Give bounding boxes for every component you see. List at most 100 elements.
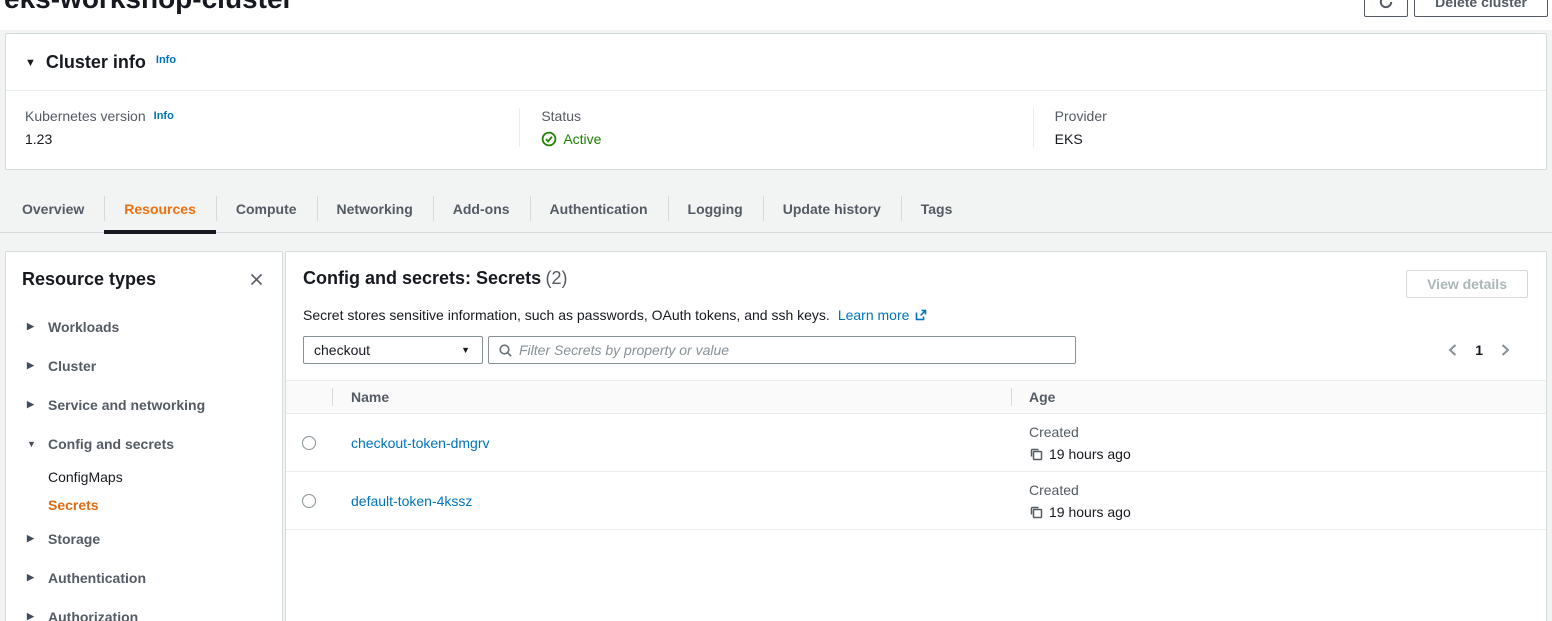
view-details-button[interactable]: View details: [1406, 270, 1528, 298]
sidebar-item-cluster[interactable]: ▶ Cluster: [6, 346, 282, 385]
previous-page-button[interactable]: [1445, 341, 1460, 359]
tab-tags[interactable]: Tags: [901, 191, 973, 232]
search-icon: [498, 343, 513, 358]
field-kubernetes-version: Kubernetes version Info 1.23: [6, 108, 519, 147]
row-radio-button[interactable]: [302, 494, 316, 508]
secrets-search-box: [488, 336, 1076, 364]
chevron-down-icon: ▼: [461, 345, 470, 355]
chevron-right-icon: ▶: [27, 321, 37, 332]
age-created-label: Created: [1029, 424, 1546, 440]
field-provider: Provider EKS: [1033, 108, 1546, 147]
status-badge: Active: [541, 131, 1012, 147]
table-row: checkout-token-dmgrv Created 19 hours: [286, 414, 1546, 472]
external-link-icon: [914, 308, 928, 322]
tab-update-history[interactable]: Update history: [763, 191, 901, 232]
age-created-label: Created: [1029, 482, 1546, 498]
sidebar-item-storage[interactable]: ▶ Storage: [6, 519, 282, 558]
resource-types-list: ▶ Workloads ▶ Cluster ▶ Service and netw…: [6, 307, 282, 621]
tab-overview[interactable]: Overview: [2, 191, 104, 232]
resource-types-sidebar: Resource types ▶ Workloads ▶ Cluster: [5, 251, 283, 621]
cluster-info-header[interactable]: ▼ Cluster info Info: [6, 34, 1546, 91]
chevron-right-icon: ▶: [27, 399, 37, 410]
select-all-column-header: [286, 381, 332, 413]
age-value-text: 19 hours ago: [1049, 504, 1131, 520]
next-page-button[interactable]: [1498, 341, 1513, 359]
sidebar-item-secrets[interactable]: Secrets: [6, 491, 282, 519]
sidebar-item-label: Authentication: [48, 570, 146, 586]
tab-logging[interactable]: Logging: [668, 191, 763, 232]
cluster-tabs: Overview Resources Compute Networking Ad…: [0, 191, 1552, 233]
secret-name-link[interactable]: default-token-4kssz: [351, 493, 472, 509]
tab-compute[interactable]: Compute: [216, 191, 317, 232]
current-page-number[interactable]: 1: [1475, 342, 1483, 358]
resource-types-title: Resource types: [22, 269, 156, 290]
kubernetes-version-label: Kubernetes version: [25, 108, 146, 124]
chevron-right-icon: [1500, 343, 1511, 357]
sidebar-item-configmaps[interactable]: ConfigMaps: [6, 463, 282, 491]
chevron-right-icon: ▶: [27, 611, 37, 621]
chevron-right-icon: ▶: [27, 572, 37, 583]
secrets-description: Secret stores sensitive information, suc…: [303, 307, 830, 323]
provider-value: EKS: [1055, 131, 1526, 147]
expander-caret-icon: ▼: [25, 57, 36, 69]
sidebar-item-label: Storage: [48, 531, 100, 547]
column-header-name[interactable]: Name: [332, 381, 1011, 413]
eks-console-screen: eks-workshop-cluster Delete cluster ▼ Cl…: [0, 0, 1552, 621]
secrets-panel: Config and secrets: Secrets (2) View det…: [285, 251, 1547, 621]
cluster-info-body: Kubernetes version Info 1.23 Status: [6, 91, 1546, 169]
cluster-info-info-link[interactable]: Info: [156, 54, 176, 66]
sidebar-item-label: Authorization: [48, 609, 138, 621]
filter-property-dropdown[interactable]: checkout ▼: [303, 336, 483, 364]
secrets-panel-title: Config and secrets: Secrets: [303, 268, 541, 288]
dropdown-selected-value: checkout: [314, 342, 370, 358]
column-header-age[interactable]: Age: [1011, 381, 1546, 413]
table-row: default-token-4kssz Created 19 hours: [286, 472, 1546, 530]
status-label: Status: [541, 108, 581, 124]
sidebar-item-config-and-secrets[interactable]: ▼ Config and secrets: [6, 424, 282, 463]
status-value: Active: [563, 131, 601, 147]
sidebar-item-authorization[interactable]: ▶ Authorization: [6, 597, 282, 621]
sidebar-item-label: Config and secrets: [48, 436, 174, 452]
provider-label: Provider: [1055, 108, 1107, 124]
sidebar-item-label: Cluster: [48, 358, 96, 374]
chevron-left-icon: [1447, 343, 1458, 357]
refresh-button[interactable]: [1364, 0, 1408, 17]
resources-panels: Resource types ▶ Workloads ▶ Cluster: [5, 251, 1547, 621]
field-status: Status Active: [519, 108, 1032, 147]
search-input[interactable]: [519, 342, 1067, 358]
copy-icon[interactable]: [1029, 447, 1043, 461]
row-radio-button[interactable]: [302, 436, 316, 450]
pagination: 1: [1445, 341, 1528, 359]
page-actions: Delete cluster: [1364, 0, 1548, 17]
cluster-info-title: Cluster info: [46, 52, 146, 73]
kubernetes-version-value: 1.23: [25, 131, 499, 147]
chevron-right-icon: ▶: [27, 360, 37, 371]
age-value-text: 19 hours ago: [1049, 446, 1131, 462]
chevron-right-icon: ▶: [27, 533, 37, 544]
sidebar-item-authentication[interactable]: ▶ Authentication: [6, 558, 282, 597]
refresh-icon: [1378, 0, 1394, 10]
close-sidebar-button[interactable]: [247, 270, 266, 289]
secrets-count: (2): [546, 268, 568, 288]
sidebar-item-service-and-networking[interactable]: ▶ Service and networking: [6, 385, 282, 424]
secret-name-link[interactable]: checkout-token-dmgrv: [351, 435, 490, 451]
tab-networking[interactable]: Networking: [317, 191, 433, 232]
tab-authentication[interactable]: Authentication: [530, 191, 668, 232]
copy-icon[interactable]: [1029, 505, 1043, 519]
cluster-info-card: ▼ Cluster info Info Kubernetes version I…: [5, 33, 1547, 170]
sidebar-item-label: Workloads: [48, 319, 119, 335]
page-header: eks-workshop-cluster Delete cluster: [0, 0, 1552, 30]
kubernetes-version-info-link[interactable]: Info: [154, 110, 174, 122]
secrets-table: Name Age checkout-token-dmgrv Created: [286, 380, 1546, 530]
delete-cluster-button[interactable]: Delete cluster: [1414, 0, 1548, 17]
page-title: eks-workshop-cluster: [4, 0, 293, 15]
check-circle-icon: [541, 131, 557, 147]
learn-more-label: Learn more: [838, 307, 910, 323]
close-icon: [249, 272, 264, 287]
tab-add-ons[interactable]: Add-ons: [433, 191, 530, 232]
tab-resources[interactable]: Resources: [104, 191, 216, 232]
table-header-row: Name Age: [286, 380, 1546, 414]
sidebar-item-workloads[interactable]: ▶ Workloads: [6, 307, 282, 346]
chevron-down-icon: ▼: [27, 439, 37, 449]
learn-more-link[interactable]: Learn more: [838, 307, 929, 323]
